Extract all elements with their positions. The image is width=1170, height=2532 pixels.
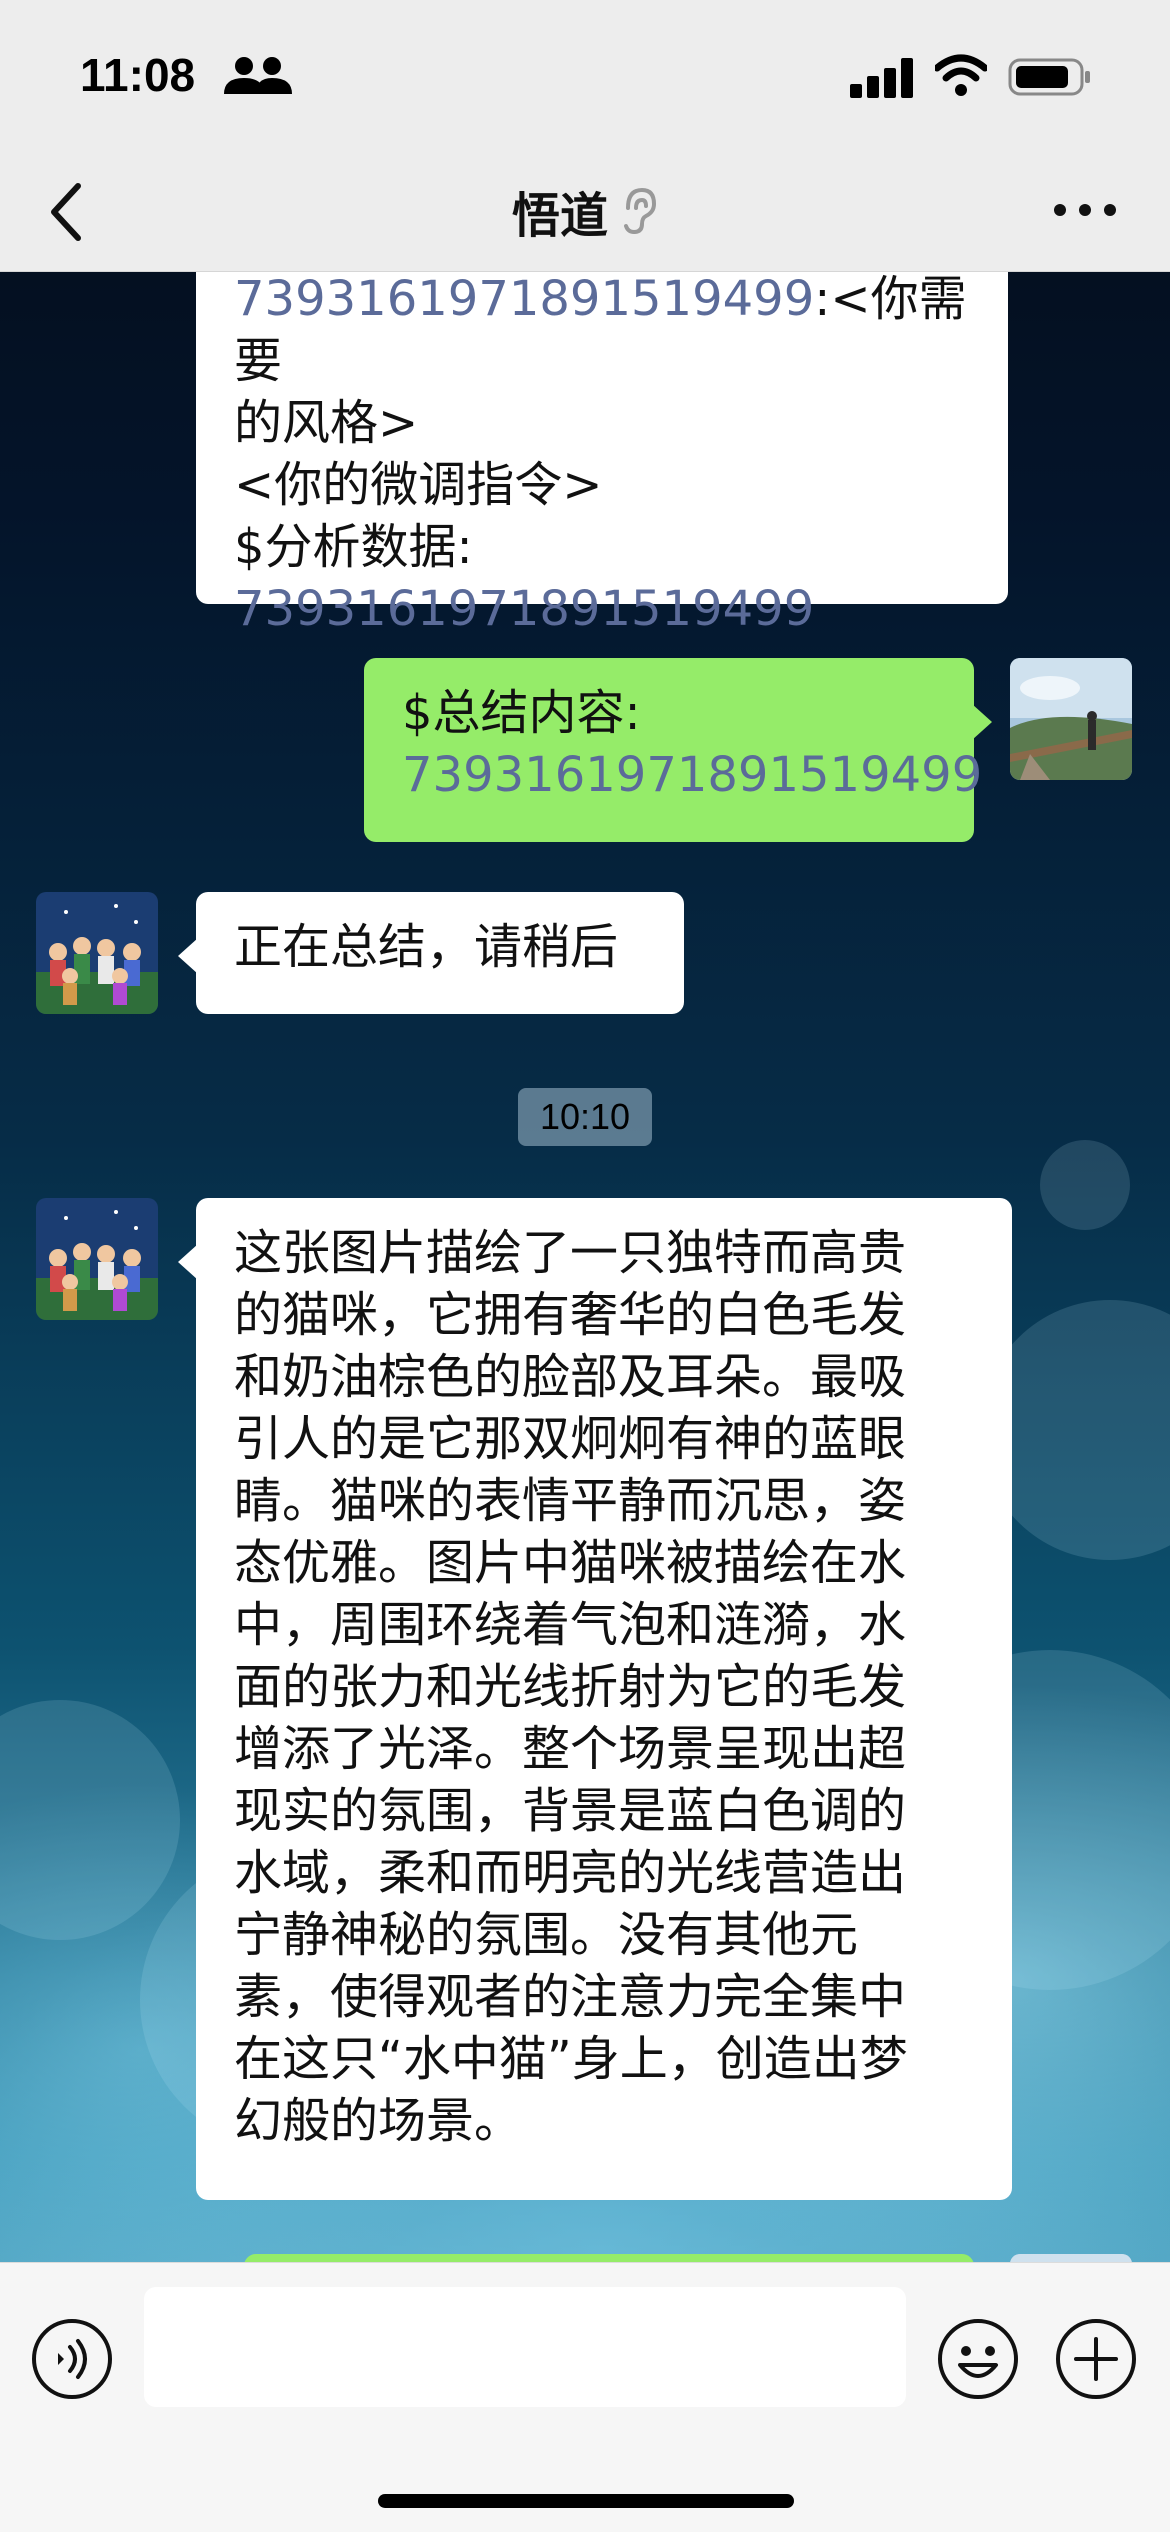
bot-avatar[interactable] xyxy=(36,1198,158,1320)
message-line: 睛。猫咪的表情平静而沉思，姿 xyxy=(234,1473,907,1529)
message-line: 在这只“水中猫”身上，创造出梦 xyxy=(234,2031,908,2087)
timestamp: 10:10 xyxy=(518,1088,652,1146)
message-line: 水域，柔和而明亮的光线营造出 xyxy=(234,1845,907,1901)
message-line: $总结内容: xyxy=(402,685,641,741)
emoji-icon[interactable] xyxy=(936,2317,1020,2401)
plus-icon[interactable] xyxy=(1054,2317,1138,2401)
message-line: 态优雅。图片中猫咪被描绘在水 xyxy=(234,1535,907,1591)
message-line: 正在总结，请稍后 xyxy=(234,919,619,975)
message-line: 宁静神秘的氛围。没有其他元 xyxy=(234,1907,859,1963)
message-bubble[interactable]: 正在总结，请稍后 xyxy=(178,892,684,1014)
people-icon xyxy=(224,57,292,94)
message-line: <你的微调指令> xyxy=(234,457,603,513)
message-line: 7393161971891519499 xyxy=(402,747,983,803)
message-line: 中，周围环绕着气泡和涟漪，水 xyxy=(234,1597,907,1653)
more-icon[interactable] xyxy=(1050,198,1120,222)
nav-bar: 悟道 xyxy=(0,150,1170,272)
voice-icon[interactable] xyxy=(30,2317,114,2401)
input-bar xyxy=(0,2262,1170,2532)
message-line: 的风格> xyxy=(234,395,419,451)
message-input[interactable] xyxy=(144,2287,906,2407)
wifi-icon xyxy=(935,54,987,96)
message-line: 和奶油棕色的脸部及耳朵。最吸 xyxy=(234,1349,907,1405)
self-avatar[interactable] xyxy=(1010,658,1132,780)
message-bubble[interactable]: $总结内容: 7393161971891519499 xyxy=(364,658,992,842)
message-line: 幻般的场景。 xyxy=(234,2093,523,2149)
message-bubble[interactable]: 这张图片描绘了一只独特而高贵 的猫咪，它拥有奢华的白色毛发 和奶油棕色的脸部及耳… xyxy=(178,1198,1012,2200)
message-bubble[interactable]: 7393161971891519499:<你需要 的风格> <你的微调指令> $… xyxy=(196,272,1008,637)
self-avatar[interactable] xyxy=(1010,2254,1132,2262)
message-line: 现实的氛围，背景是蓝白色调的 xyxy=(234,1783,907,1839)
chat-area: 7393161971891519499:<你需要 的风格> <你的微调指令> $… xyxy=(0,272,1170,2262)
status-bar: 11:08 xyxy=(0,0,1170,150)
message-line: 7393161971891519499 xyxy=(234,581,815,637)
status-time: 11:08 xyxy=(80,49,196,101)
signal-icon xyxy=(850,58,913,98)
message-line: 这张图片描绘了一只独特而高贵 xyxy=(234,1225,907,1281)
home-indicator[interactable] xyxy=(378,2494,794,2508)
message-line: 面的张力和光线折射为它的毛发 xyxy=(234,1659,907,1715)
message-line: 素，使得观者的注意力完全集中 xyxy=(234,1969,907,2025)
message-line: 增添了光泽。整个场景呈现出超 xyxy=(234,1721,907,1777)
message-line: 7393161971891519499:<你需要 xyxy=(234,272,967,389)
message-line: 的猫咪，它拥有奢华的白色毛发 xyxy=(234,1287,907,1343)
bot-avatar[interactable] xyxy=(36,892,158,1014)
message-line: $分析数据: xyxy=(234,519,473,575)
ear-icon xyxy=(624,187,657,235)
battery-icon xyxy=(1008,58,1090,96)
title-area: 悟道 xyxy=(0,150,1170,272)
chat-title: 悟道 xyxy=(511,188,608,244)
message-line: 引人的是它那双炯炯有神的蓝眼 xyxy=(234,1411,907,1467)
message-bubble[interactable] xyxy=(244,2254,974,2262)
